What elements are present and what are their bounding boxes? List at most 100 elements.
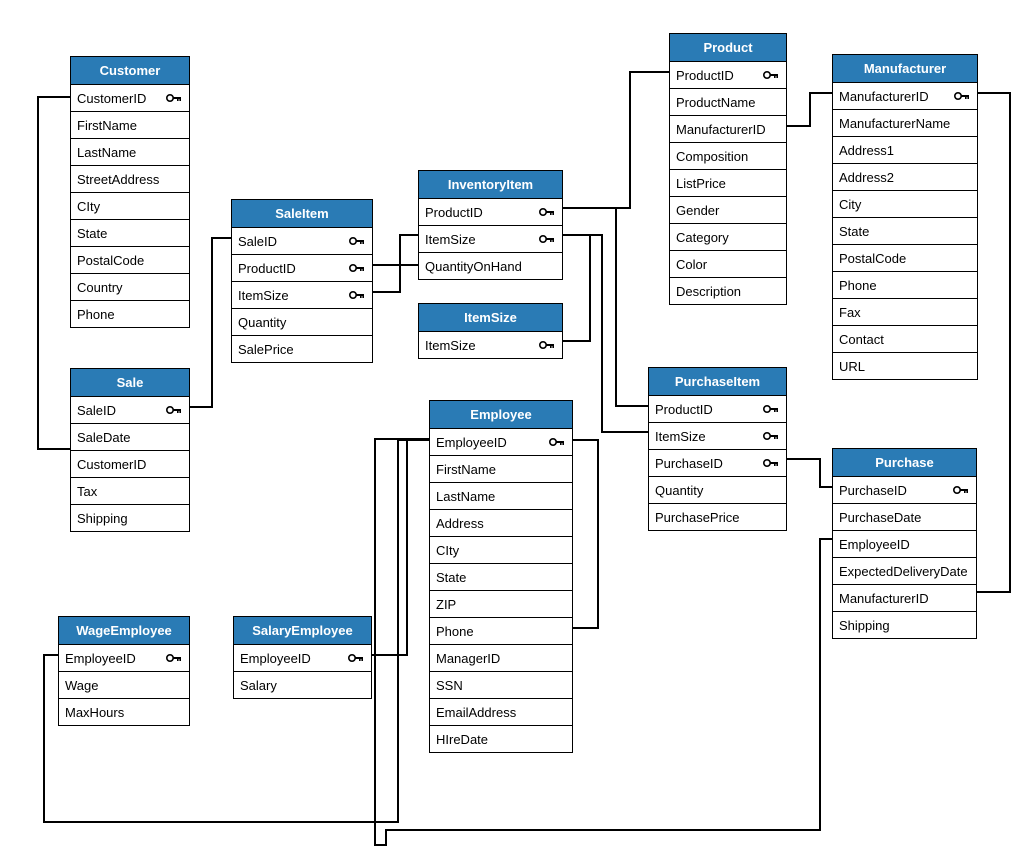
attribute-row[interactable]: Phone xyxy=(71,300,189,327)
attribute-row[interactable]: PurchaseID xyxy=(649,449,786,476)
primary-key-icon xyxy=(952,485,970,495)
attribute-row[interactable]: Address1 xyxy=(833,136,977,163)
attribute-row[interactable]: State xyxy=(430,563,572,590)
attribute-row[interactable]: State xyxy=(71,219,189,246)
attribute-row[interactable]: SaleID xyxy=(71,397,189,423)
attribute-row[interactable]: City xyxy=(833,190,977,217)
primary-key-icon xyxy=(165,653,183,663)
attribute-row[interactable]: Composition xyxy=(670,142,786,169)
attribute-row[interactable]: Shipping xyxy=(833,611,976,638)
attribute-row[interactable]: Address2 xyxy=(833,163,977,190)
attribute-row[interactable]: Salary xyxy=(234,671,371,698)
entity-wageemployee[interactable]: WageEmployeeEmployeeIDWageMaxHours xyxy=(58,616,190,726)
attribute-row[interactable]: State xyxy=(833,217,977,244)
attribute-row[interactable]: PurchaseDate xyxy=(833,503,976,530)
primary-key-icon xyxy=(538,340,556,350)
attribute-row[interactable]: ManufacturerID xyxy=(833,83,977,109)
attribute-row[interactable]: ListPrice xyxy=(670,169,786,196)
entity-inventoryitem[interactable]: InventoryItemProductIDItemSizeQuantityOn… xyxy=(418,170,563,280)
attribute-row[interactable]: EmailAddress xyxy=(430,698,572,725)
attribute-row[interactable]: PostalCode xyxy=(71,246,189,273)
attribute-row[interactable]: Tax xyxy=(71,477,189,504)
attribute-row[interactable]: ProductID xyxy=(670,62,786,88)
attribute-row[interactable]: ExpectedDeliveryDate xyxy=(833,557,976,584)
entity-sale[interactable]: SaleSaleIDSaleDateCustomerIDTaxShipping xyxy=(70,368,190,532)
attribute-row[interactable]: ItemSize xyxy=(419,332,562,358)
primary-key-icon xyxy=(538,207,556,217)
entity-itemsize[interactable]: ItemSizeItemSize xyxy=(418,303,563,359)
attribute-row[interactable]: ProductID xyxy=(419,199,562,225)
attribute-name: Address2 xyxy=(839,170,894,185)
attribute-row[interactable]: SaleID xyxy=(232,228,372,254)
attribute-row[interactable]: EmployeeID xyxy=(234,645,371,671)
attribute-row[interactable]: PurchasePrice xyxy=(649,503,786,530)
attribute-row[interactable]: HIreDate xyxy=(430,725,572,752)
attribute-row[interactable]: ProductID xyxy=(649,396,786,422)
attribute-row[interactable]: ProductName xyxy=(670,88,786,115)
primary-key-icon xyxy=(347,653,365,663)
attribute-row[interactable]: Phone xyxy=(833,271,977,298)
attribute-row[interactable]: Quantity xyxy=(649,476,786,503)
attribute-row[interactable]: Description xyxy=(670,277,786,304)
attribute-row[interactable]: EmployeeID xyxy=(833,530,976,557)
attribute-row[interactable]: URL xyxy=(833,352,977,379)
attribute-row[interactable]: Contact xyxy=(833,325,977,352)
attribute-row[interactable]: ZIP xyxy=(430,590,572,617)
attribute-row[interactable]: Quantity xyxy=(232,308,372,335)
attribute-row[interactable]: PostalCode xyxy=(833,244,977,271)
attribute-row[interactable]: ManufacturerID xyxy=(670,115,786,142)
attribute-name: FirstName xyxy=(436,462,496,477)
attribute-row[interactable]: Address xyxy=(430,509,572,536)
attribute-row[interactable]: LastName xyxy=(430,482,572,509)
attribute-name: CIty xyxy=(436,543,459,558)
attribute-row[interactable]: SaleDate xyxy=(71,423,189,450)
entity-salaryemployee[interactable]: SalaryEmployeeEmployeeIDSalary xyxy=(233,616,372,699)
entity-manufacturer[interactable]: ManufacturerManufacturerIDManufacturerNa… xyxy=(832,54,978,380)
attribute-row[interactable]: ProductID xyxy=(232,254,372,281)
attribute-row[interactable]: Country xyxy=(71,273,189,300)
attribute-name: LastName xyxy=(77,145,136,160)
attribute-name: QuantityOnHand xyxy=(425,259,522,274)
attribute-row[interactable]: Fax xyxy=(833,298,977,325)
attribute-row[interactable]: StreetAddress xyxy=(71,165,189,192)
attribute-row[interactable]: Color xyxy=(670,250,786,277)
attribute-row[interactable]: CIty xyxy=(430,536,572,563)
attribute-row[interactable]: ItemSize xyxy=(649,422,786,449)
attribute-row[interactable]: LastName xyxy=(71,138,189,165)
attribute-row[interactable]: MaxHours xyxy=(59,698,189,725)
primary-key-icon xyxy=(762,404,780,414)
attribute-row[interactable]: ItemSize xyxy=(419,225,562,252)
attribute-row[interactable]: Category xyxy=(670,223,786,250)
attribute-row[interactable]: CustomerID xyxy=(71,85,189,111)
attribute-row[interactable]: ManufacturerID xyxy=(833,584,976,611)
attribute-row[interactable]: EmployeeID xyxy=(59,645,189,671)
entity-purchaseitem[interactable]: PurchaseItemProductIDItemSizePurchaseIDQ… xyxy=(648,367,787,531)
attribute-row[interactable]: EmployeeID xyxy=(430,429,572,455)
entity-customer[interactable]: CustomerCustomerIDFirstNameLastNameStree… xyxy=(70,56,190,328)
attribute-name: EmployeeID xyxy=(839,537,910,552)
primary-key-icon xyxy=(538,234,556,244)
entity-title: Manufacturer xyxy=(833,55,977,83)
entity-title: WageEmployee xyxy=(59,617,189,645)
entity-saleitem[interactable]: SaleItemSaleIDProductIDItemSizeQuantityS… xyxy=(231,199,373,363)
attribute-row[interactable]: SalePrice xyxy=(232,335,372,362)
attribute-row[interactable]: FirstName xyxy=(430,455,572,482)
attribute-row[interactable]: FirstName xyxy=(71,111,189,138)
attribute-row[interactable]: Gender xyxy=(670,196,786,223)
attribute-row[interactable]: Shipping xyxy=(71,504,189,531)
attribute-row[interactable]: ManufacturerName xyxy=(833,109,977,136)
attribute-row[interactable]: Phone xyxy=(430,617,572,644)
attribute-name: ManufacturerID xyxy=(839,591,929,606)
attribute-row[interactable]: ManagerID xyxy=(430,644,572,671)
attribute-row[interactable]: CIty xyxy=(71,192,189,219)
entity-purchase[interactable]: PurchasePurchaseIDPurchaseDateEmployeeID… xyxy=(832,448,977,639)
entity-product[interactable]: ProductProductIDProductNameManufacturerI… xyxy=(669,33,787,305)
entity-employee[interactable]: EmployeeEmployeeIDFirstNameLastNameAddre… xyxy=(429,400,573,753)
attribute-row[interactable]: SSN xyxy=(430,671,572,698)
attribute-row[interactable]: PurchaseID xyxy=(833,477,976,503)
attribute-row[interactable]: CustomerID xyxy=(71,450,189,477)
attribute-row[interactable]: ItemSize xyxy=(232,281,372,308)
attribute-row[interactable]: QuantityOnHand xyxy=(419,252,562,279)
primary-key-icon xyxy=(165,93,183,103)
attribute-row[interactable]: Wage xyxy=(59,671,189,698)
